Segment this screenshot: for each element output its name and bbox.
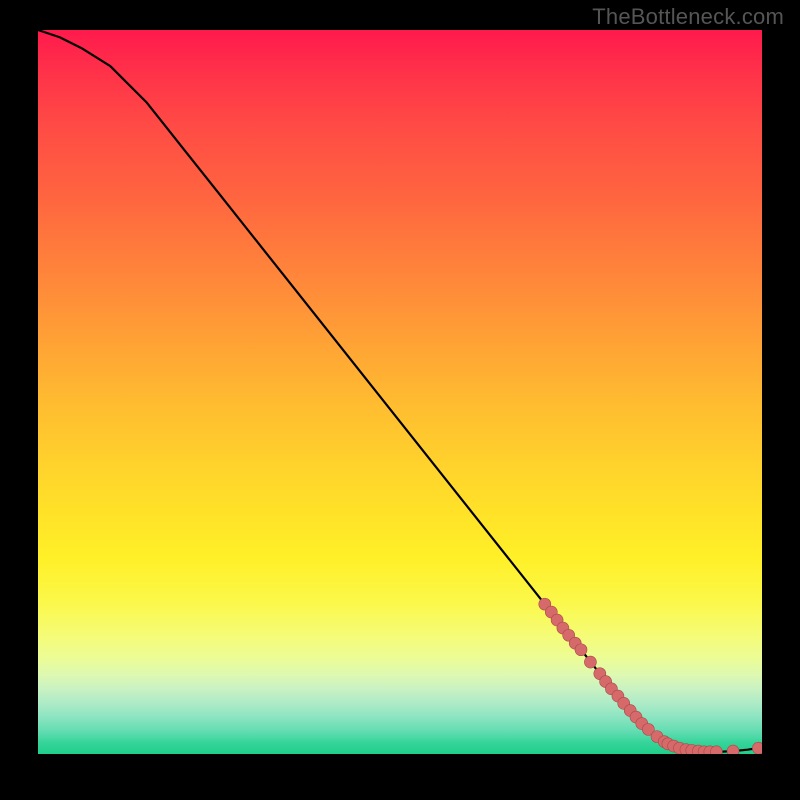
marker-dot (698, 746, 710, 754)
marker-dot (636, 718, 648, 730)
marker-dot (605, 683, 617, 695)
marker-dot (642, 723, 654, 735)
chart-frame: TheBottleneck.com (0, 0, 800, 800)
marker-dot (600, 676, 612, 688)
marker-dot (575, 644, 587, 656)
marker-dot (710, 746, 722, 754)
chart-svg (38, 30, 762, 754)
marker-dot (545, 606, 557, 618)
marker-dot (569, 637, 581, 649)
marker-dot (752, 742, 762, 754)
marker-dot (563, 629, 575, 641)
marker-dot (662, 738, 674, 750)
marker-dot (727, 745, 739, 754)
marker-dot (658, 736, 670, 748)
attribution-label: TheBottleneck.com (592, 4, 784, 30)
marker-dot (618, 697, 630, 709)
marker-dot (704, 746, 716, 754)
marker-dot (668, 740, 680, 752)
marker-dot (624, 705, 636, 717)
marker-group (539, 598, 762, 754)
marker-dot (551, 614, 563, 626)
marker-dot (539, 598, 551, 610)
marker-dot (651, 731, 663, 743)
marker-dot (673, 742, 685, 754)
marker-dot (612, 690, 624, 702)
marker-dot (557, 622, 569, 634)
marker-dot (584, 656, 596, 668)
marker-dot (680, 744, 692, 754)
marker-dot (630, 711, 642, 723)
plot-area (38, 30, 762, 754)
marker-dot (686, 744, 698, 754)
marker-dot (594, 668, 606, 680)
bottleneck-curve (38, 30, 762, 752)
marker-dot (692, 745, 704, 754)
